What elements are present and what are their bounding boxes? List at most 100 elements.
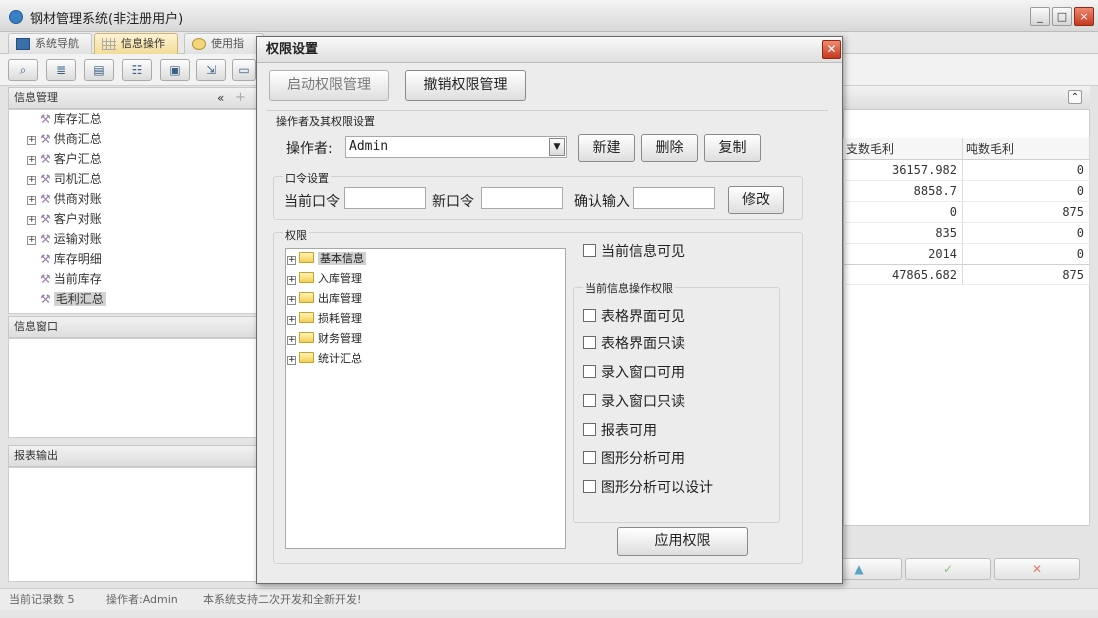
tree-label: 库存汇总 [53,112,102,126]
perm-tree-label: 入库管理 [318,272,362,285]
perm-tree-item[interactable]: + 财务管理 [287,329,362,349]
expand-icon[interactable]: + [27,176,36,185]
tab-user-guide[interactable]: 使用指南 [184,33,264,54]
checkbox-icon[interactable] [583,423,596,436]
tree-item[interactable]: + ⚒ 客户汇总 [27,150,102,169]
current-password-input[interactable] [344,187,426,209]
checkbox-label: 图形分析可用 [601,451,685,467]
expand-icon[interactable]: + [287,256,296,265]
modify-button[interactable]: 修改 [728,186,784,214]
checkbox-icon[interactable] [583,336,596,349]
tree-item[interactable]: + ⚒ 司机汇总 [27,170,102,189]
expand-icon[interactable]: + [287,276,296,285]
perm-tree-item[interactable]: + 损耗管理 [287,309,362,329]
checkbox-icon[interactable] [583,244,596,257]
op-checkbox[interactable]: 录入窗口只读 [583,391,685,411]
tree-item-selected[interactable]: ⚒ 毛利汇总 [27,290,106,309]
delete-button[interactable]: 删除 [641,134,698,162]
expand-icon[interactable]: + [287,356,296,365]
dialog-close-button[interactable]: ✕ [822,40,841,59]
operator-label: 操作者: [286,141,333,157]
maximize-button[interactable]: □ [1052,7,1072,26]
list-icon[interactable]: ≣ [46,59,76,81]
grid-cell[interactable]: 0 [963,223,1090,244]
tab-system-nav[interactable]: 系统导航 [8,33,92,54]
checkbox-icon[interactable] [583,451,596,464]
add-icon[interactable]: + [235,88,246,108]
grid-cell[interactable]: 835 [843,223,963,244]
expand-icon[interactable]: + [27,196,36,205]
checkbox-icon[interactable] [583,365,596,378]
tree-item[interactable]: + ⚒ 供商对账 [27,190,102,209]
new-password-input[interactable] [481,187,563,209]
tree-item[interactable]: ⚒ 库存明细 [27,250,102,269]
expand-icon[interactable]: + [27,216,36,225]
copy-button[interactable]: 复制 [704,134,761,162]
checkbox-label: 录入窗口只读 [601,394,685,410]
checkbox-icon[interactable] [583,309,596,322]
tab-info-ops[interactable]: 信息操作 [94,33,178,54]
window-icon[interactable]: ▣ [160,59,190,81]
wrench-icon: ⚒ [40,132,51,146]
start-permission-button[interactable]: 启动权限管理 [269,70,389,101]
current-visible-checkbox[interactable]: 当前信息可见 [583,241,685,261]
grid-cell[interactable]: 0 [963,244,1090,265]
cancel-button[interactable]: ✕ [994,558,1080,580]
grid-cell[interactable]: 0 [843,202,963,223]
apply-permission-button[interactable]: 应用权限 [617,527,748,556]
print-icon[interactable]: ▭ [232,59,256,81]
operator-select[interactable]: Admin ▼ [345,136,567,158]
search-icon[interactable]: ⌕ [8,59,38,81]
perm-tree-item[interactable]: + 基本信息 [287,249,366,269]
collapse-icon[interactable]: ⌃ [1068,90,1082,104]
tab-label: 系统导航 [35,37,79,50]
minimize-button[interactable]: _ [1030,7,1050,26]
expand-icon[interactable]: + [287,296,296,305]
confirm-password-input[interactable] [633,187,715,209]
revoke-permission-button[interactable]: 撤销权限管理 [405,70,526,101]
tree-item[interactable]: + ⚒ 客户对账 [27,210,102,229]
grid-cell[interactable]: 0 [963,160,1090,181]
op-checkbox[interactable]: 报表可用 [583,420,657,440]
document-icon[interactable]: ▤ [84,59,114,81]
checkbox-icon[interactable] [583,394,596,407]
grid-cell[interactable]: 0 [963,181,1090,202]
op-checkbox[interactable]: 图形分析可以设计 [583,477,713,497]
tree-item[interactable]: + ⚒ 供商汇总 [27,130,102,149]
perm-tree-item[interactable]: + 入库管理 [287,269,362,289]
column-header[interactable]: 支数毛利 [843,138,963,160]
info-management-header: 信息管理 « + [8,87,258,109]
chevron-down-icon[interactable]: ▼ [549,138,565,156]
expand-icon[interactable]: + [287,336,296,345]
tree-item[interactable]: ⚒ 当前库存 [27,270,102,289]
op-checkbox[interactable]: 表格界面只读 [583,333,685,353]
expand-icon[interactable]: + [27,236,36,245]
expand-icon[interactable]: + [27,136,36,145]
users-icon[interactable]: ☷ [122,59,152,81]
op-checkbox[interactable]: 图形分析可用 [583,448,685,468]
grid-cell[interactable]: 36157.982 [843,160,963,181]
checkbox-label: 图形分析可以设计 [601,480,713,496]
report-output-header: 报表输出 [8,445,258,467]
grid-cell[interactable]: 2014 [843,244,963,265]
checkbox-label: 表格界面只读 [601,336,685,352]
collapse-icon[interactable]: « [217,88,224,108]
tree-item[interactable]: ⚒ 库存汇总 [27,110,102,129]
grid-cell[interactable]: 8858.7 [843,181,963,202]
op-checkbox[interactable]: 表格界面可见 [583,306,685,326]
perm-tree-item[interactable]: + 出库管理 [287,289,362,309]
op-checkbox[interactable]: 录入窗口可用 [583,362,685,382]
expand-icon[interactable]: + [287,316,296,325]
tree-label: 当前库存 [53,272,102,286]
export-icon[interactable]: ⇲ [196,59,226,81]
checkbox-icon[interactable] [583,480,596,493]
tree-item[interactable]: + ⚒ 运输对账 [27,230,102,249]
grid-cell[interactable]: 875 [963,202,1090,223]
new-button[interactable]: 新建 [578,134,635,162]
close-button[interactable]: × [1074,7,1094,26]
perm-tree-item[interactable]: + 统计汇总 [287,349,362,369]
tree-label: 客户汇总 [53,152,102,166]
confirm-button[interactable]: ✓ [905,558,991,580]
expand-icon[interactable]: + [27,156,36,165]
column-header[interactable]: 吨数毛利 [963,138,1090,160]
